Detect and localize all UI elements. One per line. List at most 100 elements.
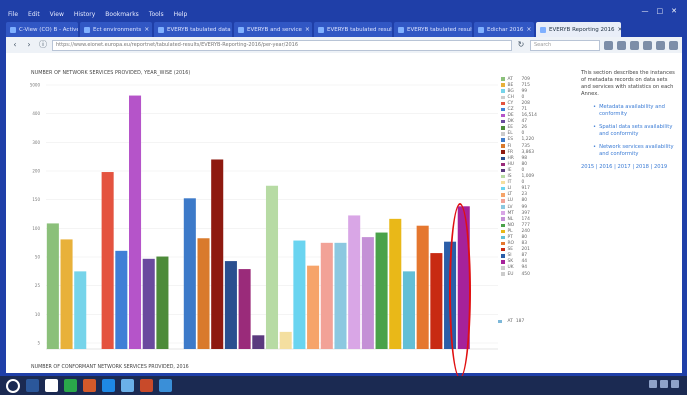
close-icon[interactable]: ✕ xyxy=(671,7,677,15)
bar-ro[interactable] xyxy=(416,225,429,349)
legend-count: 240 xyxy=(521,228,530,234)
menu-item-edit[interactable]: Edit xyxy=(28,11,40,18)
legend-item[interactable]: EU 450 xyxy=(501,271,571,277)
menu-item-tools[interactable]: Tools xyxy=(149,11,164,18)
chart2-legend-item: AT 187 xyxy=(498,319,524,324)
explorer-app-icon[interactable] xyxy=(121,379,134,392)
bar-cz[interactable] xyxy=(115,250,128,349)
year-links[interactable]: 2015 | 2016 | 2017 | 2018 | 2019 xyxy=(581,164,676,171)
sidebar-links: • Metadata availability and conformity • Sp… xyxy=(581,104,676,158)
folder-app-icon[interactable] xyxy=(83,379,96,392)
clock-icon xyxy=(671,380,679,388)
browser-tab[interactable]: EVERYB Reporting 2016 × xyxy=(536,22,621,37)
menu-item-file[interactable]: File xyxy=(8,11,18,18)
legend-code: DE xyxy=(507,113,514,119)
browser-tab[interactable]: Edichar 2016 × xyxy=(474,22,534,37)
menu-item-view[interactable]: View xyxy=(50,11,64,18)
bar-fr[interactable] xyxy=(211,159,224,349)
bar-lt[interactable] xyxy=(307,265,320,349)
legend-swatch xyxy=(501,272,505,276)
browser-tab[interactable]: EVERYB tabulated results× xyxy=(314,22,392,37)
bar-pt[interactable] xyxy=(402,271,415,349)
forward-icon[interactable]: › xyxy=(24,40,34,50)
legend-count: 187 xyxy=(515,319,525,324)
browser-tab[interactable]: Ect environments × xyxy=(80,22,152,37)
close-tab-icon[interactable]: × xyxy=(305,26,310,33)
search-input[interactable]: Search xyxy=(530,39,600,51)
bar-chart: 5000 400 300 200 150 100 50 25 10 5 xyxy=(30,83,498,350)
favicon-icon xyxy=(478,26,484,33)
extension-icon[interactable] xyxy=(656,40,665,50)
reload-icon[interactable]: ↻ xyxy=(516,40,526,50)
bar-pl[interactable] xyxy=(389,218,402,349)
close-tab-icon[interactable]: × xyxy=(526,26,531,33)
menu-item-history[interactable]: History xyxy=(74,11,95,18)
sidebar-link[interactable]: Spatial data sets availability and confo… xyxy=(599,124,676,138)
bar-fi[interactable] xyxy=(197,238,210,349)
legend-count: 735 xyxy=(521,143,530,149)
volume-icon xyxy=(660,380,668,388)
browser-tab[interactable]: EVERYB tabulated data in× xyxy=(154,22,232,37)
bar-is[interactable] xyxy=(265,185,279,349)
store-app-icon[interactable] xyxy=(159,379,172,392)
home-icon[interactable] xyxy=(643,40,652,50)
bar-bg[interactable] xyxy=(74,271,87,349)
bar-it[interactable] xyxy=(279,331,292,349)
close-tab-icon[interactable]: × xyxy=(618,26,621,33)
legend-code: NL xyxy=(507,216,514,222)
menu-item-help[interactable]: Help xyxy=(174,11,188,18)
bar-hu[interactable] xyxy=(238,269,251,349)
minimize-icon[interactable]: — xyxy=(642,7,649,15)
browser-tab[interactable]: C-View (CO) B - Active× xyxy=(6,22,78,37)
legend-swatch xyxy=(501,217,505,221)
sidebar-link[interactable]: Network services availability and confor… xyxy=(599,144,676,158)
firefox-app-icon[interactable] xyxy=(140,379,153,392)
bar-lu[interactable] xyxy=(320,242,333,349)
taskbar xyxy=(0,376,687,395)
menu-item-bookmarks[interactable]: Bookmarks xyxy=(105,11,139,18)
tab-label: EVERYB tabulated data in xyxy=(167,26,232,33)
maximize-icon[interactable]: □ xyxy=(657,7,664,15)
legend-code: CY xyxy=(507,100,514,106)
legend-count: 99 xyxy=(521,88,528,94)
browser-app-icon[interactable] xyxy=(64,379,77,392)
legend-count: 450 xyxy=(521,271,530,277)
bar-nl[interactable] xyxy=(361,237,374,349)
bar-no[interactable] xyxy=(375,232,388,349)
bar-dk[interactable] xyxy=(142,258,155,349)
sidebar-link-item: • Metadata availability and conformity xyxy=(593,104,676,118)
bar-de[interactable] xyxy=(129,95,142,349)
y-tick-label: 300 xyxy=(32,140,40,145)
back-icon[interactable]: ‹ xyxy=(10,40,20,50)
sidebar-link[interactable]: Metadata availability and conformity xyxy=(599,104,676,118)
star-icon[interactable] xyxy=(604,40,613,50)
legend-count: 83 xyxy=(521,241,528,247)
bar-lv[interactable] xyxy=(334,242,347,349)
browser-tab[interactable]: EVERYB and service × xyxy=(234,22,312,37)
address-bar[interactable]: https://www.eionet.europa.eu/reportnet/t… xyxy=(52,39,512,51)
bookmarks-icon[interactable] xyxy=(617,40,626,50)
skype-app-icon[interactable] xyxy=(102,379,115,392)
legend-swatch xyxy=(501,229,505,234)
bar-be[interactable] xyxy=(60,239,73,349)
bar-se[interactable] xyxy=(430,253,443,349)
start-button[interactable] xyxy=(6,378,20,393)
bar-cy[interactable] xyxy=(101,172,114,349)
bar-li[interactable] xyxy=(293,240,306,349)
bar-ee[interactable] xyxy=(156,256,169,349)
bar-hr[interactable] xyxy=(224,261,237,349)
document-app-icon[interactable] xyxy=(45,379,58,392)
bar-es[interactable] xyxy=(183,198,196,349)
chart-legend: AT 709 BE 715 BG 99 CH 0 CY 208 CZ 71 DE 16,514 DK 47 EE… xyxy=(501,76,571,277)
close-tab-icon[interactable]: × xyxy=(144,26,149,33)
legend-count: 94 xyxy=(521,265,528,271)
bar-mt[interactable] xyxy=(348,215,361,349)
legend-swatch xyxy=(501,162,505,167)
menu-icon[interactable] xyxy=(669,40,678,50)
downloads-icon[interactable] xyxy=(630,40,639,50)
bar-ie[interactable] xyxy=(252,335,265,349)
browser-tab[interactable]: EVERYB tabulated results× xyxy=(394,22,472,37)
legend-code: HR xyxy=(507,155,514,161)
bar-at[interactable] xyxy=(46,223,59,349)
word-app-icon[interactable] xyxy=(26,379,39,392)
